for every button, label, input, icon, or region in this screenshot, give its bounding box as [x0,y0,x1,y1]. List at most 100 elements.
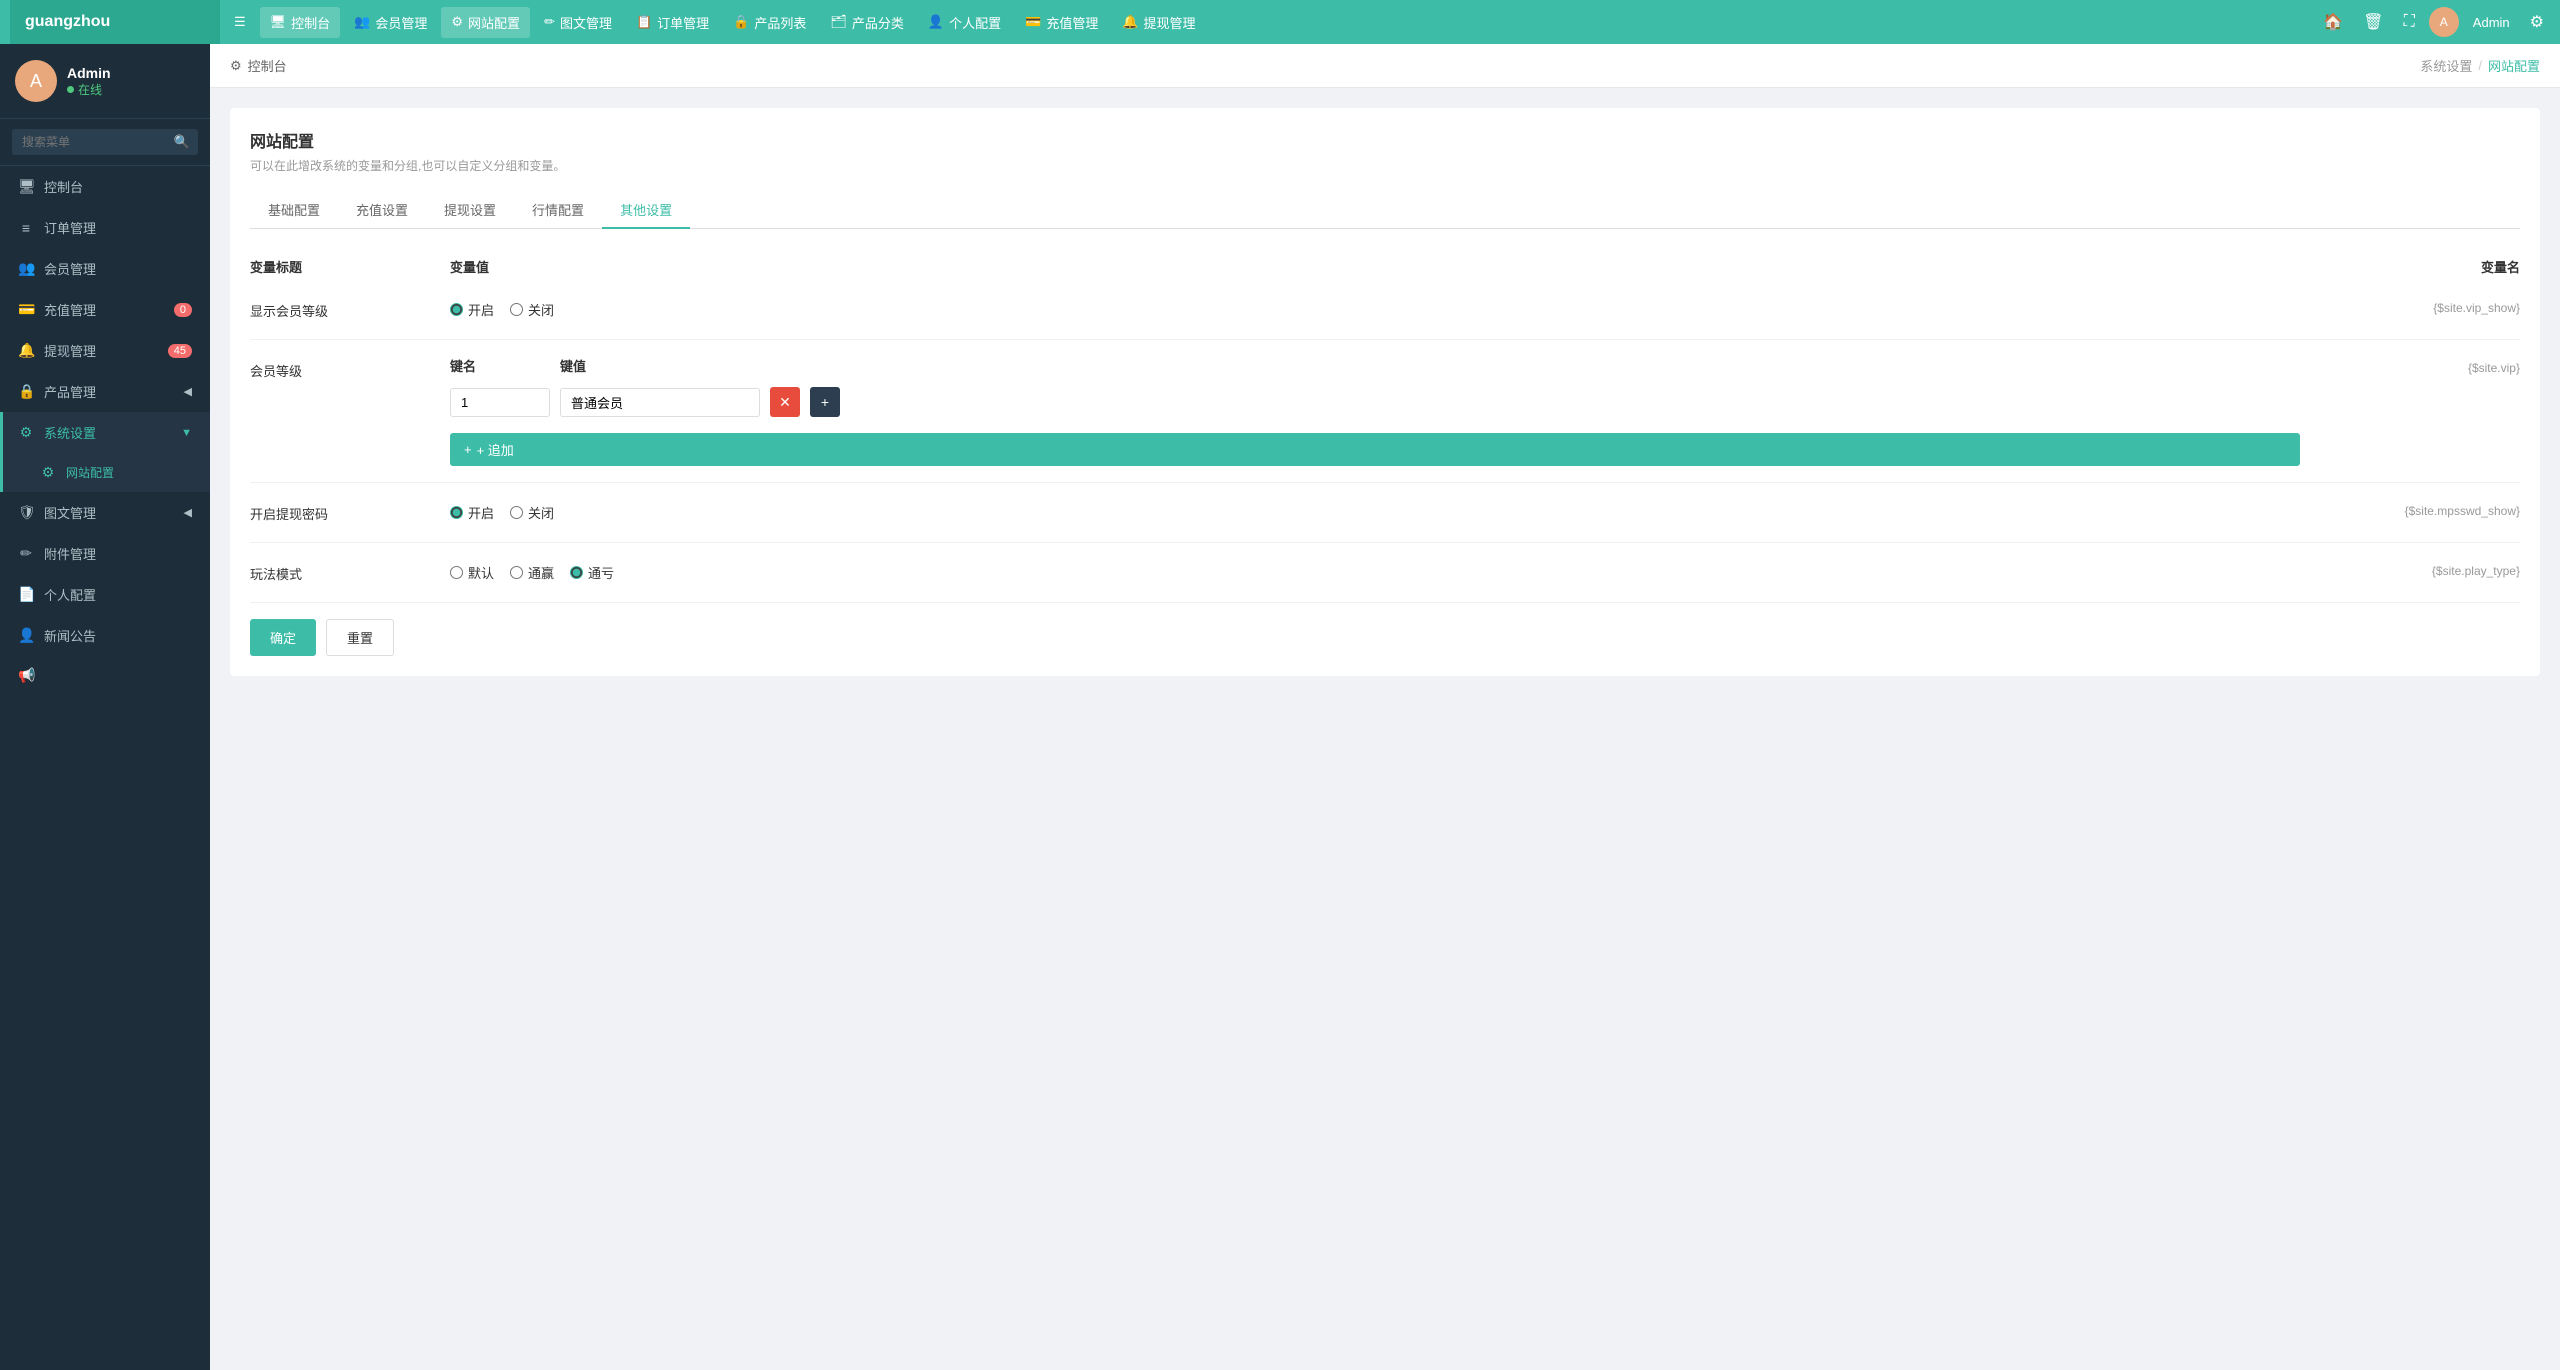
withdraw-nav-icon: 🔔 [18,342,34,359]
topnav-item-order[interactable]: 📋 订单管理 [626,7,719,38]
topnav-item-personal[interactable]: 👤 个人配置 [918,7,1011,38]
col-header-label: 变量标题 [250,257,450,276]
radio-show-member-off[interactable]: 关闭 [510,300,554,319]
breadcrumb: ⚙ 控制台 [230,56,287,75]
sidebar-item-member[interactable]: 👥 会员管理 [0,248,210,289]
tab-other[interactable]: 其他设置 [602,192,690,229]
user-info: Admin 在线 [67,65,111,98]
breadcrumb-current-page: 控制台 [248,56,287,75]
search-icon: 🔍 [174,134,190,150]
content-area: ⚙ 控制台 系统设置 / 网站配置 网站配置 可以在此增改系统的变量和分组,也可… [210,44,2560,1370]
tab-withdraw[interactable]: 提现设置 [426,192,514,229]
config-row-show-member-level: 显示会员等级 开启 关闭 {$s [250,280,2520,340]
radio-play-default[interactable]: 默认 [450,563,494,582]
radio-input-withdraw-pwd-off[interactable] [510,506,523,519]
user-name: Admin [67,65,111,81]
personal-icon: 👤 [928,14,944,30]
kv-append-button[interactable]: + + 追加 [450,433,2300,466]
recharge-badge: 0 [174,303,192,317]
permission-arrow-icon: ◀ [184,506,192,519]
kv-header-key: 键名 [450,356,550,375]
radio-input-play-default[interactable] [450,566,463,579]
topnav-item-member[interactable]: 👥 会员管理 [344,7,437,38]
radio-play-win[interactable]: 通赢 [510,563,554,582]
user-status: 在线 [67,81,111,98]
config-value-show-member-level: 开启 关闭 [450,296,2300,323]
sidebar-item-withdraw[interactable]: 🔔 提现管理 45 [0,330,210,371]
sidebar-item-dashboard[interactable]: 🖥 控制台 [0,166,210,207]
admin-label[interactable]: Admin [2467,11,2516,34]
sidebar-item-attachment[interactable]: 📄 个人配置 [0,574,210,615]
tab-recharge[interactable]: 充值设置 [338,192,426,229]
sidebar-item-siteconfig[interactable]: ⚙ 网站配置 [0,453,210,492]
product-arrow-icon: ◀ [184,385,192,398]
sidebar-item-content[interactable]: ✏ 附件管理 [0,533,210,574]
system-nav-icon: ⚙ [18,424,34,441]
sidebar-submenu-system: ⚙ 网站配置 [0,453,210,492]
sidebar-item-permission[interactable]: 🛡 图文管理 ◀ [0,492,210,533]
sidebar-item-news[interactable]: 📢 [0,656,210,695]
content-header: ⚙ 控制台 系统设置 / 网站配置 [210,44,2560,88]
sidebar-item-product[interactable]: 🔒 产品管理 ◀ [0,371,210,412]
confirm-button[interactable]: 确定 [250,619,316,656]
radio-group-show-member-level: 开启 关闭 [450,296,2300,323]
topnav-item-dashboard[interactable]: 🖥 控制台 [260,7,341,38]
admin-avatar: A [2429,7,2459,37]
sidebar-item-personal[interactable]: 👤 新闻公告 [0,615,210,656]
order-nav-icon: ≡ [18,220,34,236]
config-value-play-mode: 默认 通赢 通亏 [450,559,2300,586]
radio-group-play-mode: 默认 通赢 通亏 [450,559,2300,586]
tab-market[interactable]: 行情配置 [514,192,602,229]
sidebar-item-recharge[interactable]: 💳 充值管理 0 [0,289,210,330]
kv-add-inline-button-0[interactable]: + [810,387,840,417]
expand-icon[interactable]: ⛶ [2398,9,2421,35]
siteconfig-sub-icon: ⚙ [40,464,56,481]
radio-input-show-member-on[interactable] [450,303,463,316]
radio-withdraw-pwd-off[interactable]: 关闭 [510,503,554,522]
search-input[interactable] [12,129,198,155]
kv-input-key-0[interactable] [450,388,550,417]
settings-icon[interactable]: ⚙ [2524,8,2550,36]
dashboard-icon: 🖥 [270,14,287,30]
radio-withdraw-pwd-on[interactable]: 开启 [450,503,494,522]
radio-input-show-member-off[interactable] [510,303,523,316]
topnav-item-content[interactable]: ✏ 图文管理 [534,7,622,38]
sidebar-item-order[interactable]: ≡ 订单管理 [0,207,210,248]
radio-play-loss[interactable]: 通亏 [570,563,614,582]
sidebar-menu: 🖥 控制台 ≡ 订单管理 👥 会员管理 💳 充值管理 0 🔔 提现管理 45 [0,166,210,1370]
config-row-member-level: 会员等级 键名 键值 ✕ + [250,340,2520,483]
config-label-show-member-level: 显示会员等级 [250,296,450,320]
kv-input-val-0[interactable] [560,388,760,417]
topnav-item-category[interactable]: 🗂 产品分类 [820,7,914,38]
radio-group-withdraw-pwd: 开启 关闭 [450,499,2300,526]
radio-input-withdraw-pwd-on[interactable] [450,506,463,519]
reset-button[interactable]: 重置 [326,619,394,656]
breadcrumb-system[interactable]: 系统设置 [2420,56,2472,75]
topnav-item-withdraw[interactable]: 🔔 提现管理 [1112,7,1205,38]
config-row-withdraw-pwd: 开启提现密码 开启 关闭 {$s [250,483,2520,543]
topnav-item-recharge[interactable]: 💳 充值管理 [1015,7,1108,38]
topnav-item-siteconfig[interactable]: ⚙ 网站配置 [441,7,530,38]
action-buttons: 确定 重置 [250,619,2520,656]
kv-delete-button-0[interactable]: ✕ [770,387,800,417]
delete-icon[interactable]: 🗑 [2357,8,2389,36]
topnav-right: 🏠 🗑 ⛶ A Admin ⚙ [2317,7,2550,37]
radio-input-play-win[interactable] [510,566,523,579]
kv-header-val: 键值 [560,356,2300,375]
topnav-item-product[interactable]: 🔒 产品列表 [723,7,816,38]
tab-basic[interactable]: 基础配置 [250,192,338,229]
product-icon: 🔒 [733,14,749,30]
sidebar-item-system[interactable]: ⚙ 系统设置 ▼ [0,412,210,453]
content-body: 网站配置 可以在此增改系统的变量和分组,也可以自定义分组和变量。 基础配置 充值… [210,88,2560,1370]
category-icon: 🗂 [830,14,847,30]
attachment-nav-icon: 📄 [18,586,34,603]
home-icon[interactable]: 🏠 [2317,8,2349,36]
config-value-withdraw-pwd: 开启 关闭 [450,499,2300,526]
radio-show-member-on[interactable]: 开启 [450,300,494,319]
topnav-item-hamburger[interactable]: ☰ [224,8,256,36]
member-icon: 👥 [354,14,370,30]
breadcrumb-right: 系统设置 / 网站配置 [2420,56,2540,75]
siteconfig-icon: ⚙ [451,14,463,30]
page-title: 网站配置 [250,128,2520,152]
radio-input-play-loss[interactable] [570,566,583,579]
